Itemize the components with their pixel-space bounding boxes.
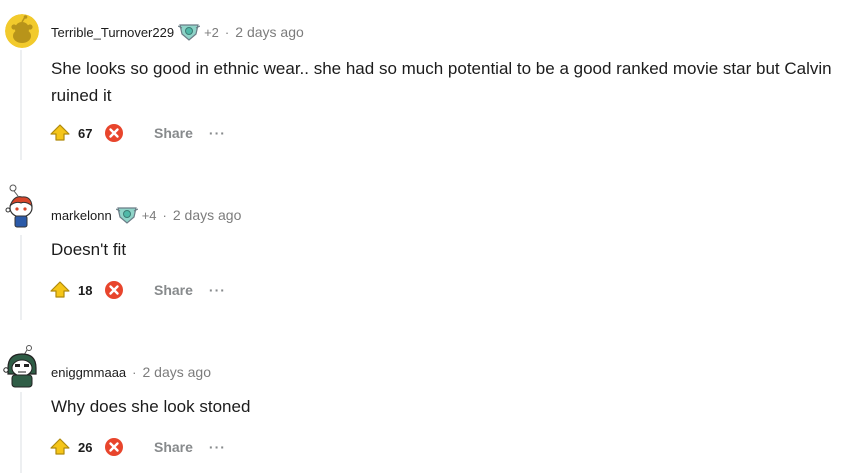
comment-actions: 26 Share ··· [46, 434, 230, 460]
avatar[interactable] [5, 14, 39, 48]
downvote-button[interactable] [100, 277, 128, 303]
upvote-icon [50, 124, 70, 141]
award-count[interactable]: +2 [204, 25, 219, 40]
comment-actions: 18 Share ··· [46, 277, 230, 303]
author-link[interactable]: markelonn [51, 208, 112, 223]
meta-separator: · [224, 24, 230, 40]
author-link[interactable]: Terrible_Turnover229 [51, 25, 174, 40]
more-options-icon[interactable]: ··· [205, 282, 230, 298]
thread-line[interactable] [20, 235, 22, 320]
comment-meta: markelonn +4 · 2 days ago [51, 205, 241, 225]
downvote-close-icon [105, 438, 123, 456]
comment-body: Why does she look stoned [51, 397, 251, 416]
avatar[interactable] [4, 184, 40, 232]
upvote-icon [50, 438, 70, 455]
downvote-button[interactable] [100, 434, 128, 460]
share-button[interactable]: Share [148, 435, 199, 459]
avatar[interactable] [3, 344, 41, 390]
thread-line[interactable] [20, 50, 22, 160]
downvote-close-icon [105, 124, 123, 142]
comment-meta: Terrible_Turnover229 +2 · 2 days ago [51, 22, 304, 42]
upvote-button[interactable] [46, 277, 74, 303]
timestamp[interactable]: 2 days ago [143, 364, 212, 380]
author-link[interactable]: eniggmmaaa [51, 365, 126, 380]
award-badge-icon[interactable] [177, 22, 201, 42]
upvote-icon [50, 281, 70, 298]
share-button[interactable]: Share [148, 121, 199, 145]
timestamp[interactable]: 2 days ago [173, 207, 242, 223]
vote-score: 67 [78, 125, 93, 141]
award-badge-icon[interactable] [115, 205, 138, 225]
upvote-button[interactable] [46, 120, 74, 146]
award-count[interactable]: +4 [142, 208, 157, 223]
green-hood-snoo-avatar-icon [3, 345, 37, 388]
comment-meta: eniggmmaaa · 2 days ago [51, 362, 211, 382]
vote-score: 18 [78, 282, 93, 298]
thread-line[interactable] [20, 392, 22, 473]
meta-separator: · [162, 207, 167, 223]
red-hair-snoo-avatar-icon [5, 184, 33, 228]
vote-score: 26 [78, 439, 93, 455]
comment-actions: 67 Share ··· [46, 120, 230, 146]
downvote-close-icon [105, 281, 123, 299]
upvote-button[interactable] [46, 434, 74, 460]
meta-separator: · [132, 364, 137, 380]
yellow-snoo-avatar-icon [5, 14, 39, 48]
more-options-icon[interactable]: ··· [205, 439, 230, 455]
downvote-button[interactable] [100, 120, 128, 146]
comment-body: Doesn't fit [51, 240, 127, 259]
timestamp[interactable]: 2 days ago [235, 24, 304, 40]
share-button[interactable]: Share [148, 278, 199, 302]
more-options-icon[interactable]: ··· [205, 125, 230, 141]
comment-body: She looks so good in ethnic wear.. she h… [51, 59, 832, 105]
